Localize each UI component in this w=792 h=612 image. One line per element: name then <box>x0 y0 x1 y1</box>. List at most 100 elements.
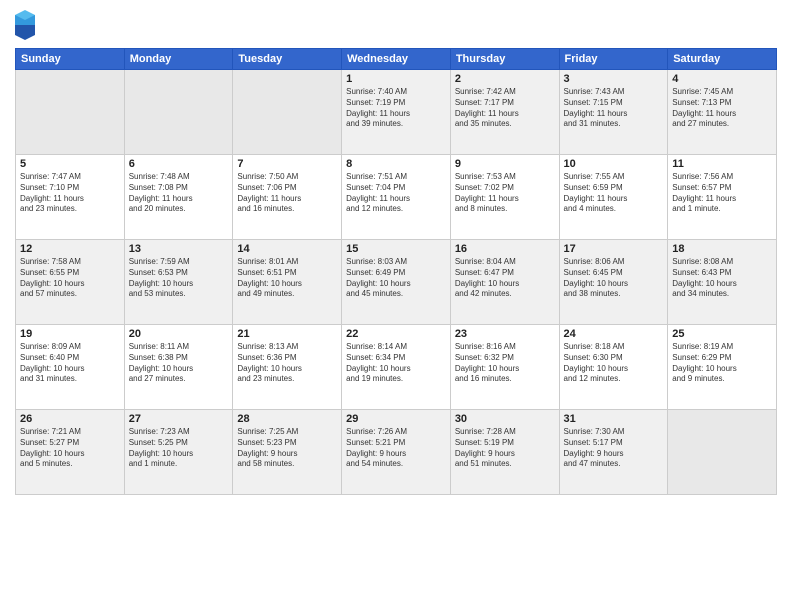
day-cell: 24 Sunrise: 8:18 AM Sunset: 6:30 PM Dayli… <box>559 325 668 410</box>
day-info: Sunrise: 8:13 AM Sunset: 6:36 PM Dayligh… <box>237 342 337 385</box>
page: SundayMondayTuesdayWednesdayThursdayFrid… <box>0 0 792 612</box>
day-number: 22 <box>346 328 446 340</box>
day-number: 6 <box>129 158 229 170</box>
day-info: Sunrise: 8:04 AM Sunset: 6:47 PM Dayligh… <box>455 257 555 300</box>
day-number: 1 <box>346 73 446 85</box>
col-header-saturday: Saturday <box>668 49 777 70</box>
day-number: 27 <box>129 413 229 425</box>
week-row-2: 12 Sunrise: 7:58 AM Sunset: 6:55 PM Dayli… <box>16 240 777 325</box>
day-number: 23 <box>455 328 555 340</box>
week-row-3: 19 Sunrise: 8:09 AM Sunset: 6:40 PM Dayli… <box>16 325 777 410</box>
day-cell: 15 Sunrise: 8:03 AM Sunset: 6:49 PM Dayli… <box>342 240 451 325</box>
col-header-wednesday: Wednesday <box>342 49 451 70</box>
day-cell: 5 Sunrise: 7:47 AM Sunset: 7:10 PM Daylig… <box>16 155 125 240</box>
day-cell <box>233 70 342 155</box>
day-cell: 7 Sunrise: 7:50 AM Sunset: 7:06 PM Daylig… <box>233 155 342 240</box>
day-info: Sunrise: 7:45 AM Sunset: 7:13 PM Dayligh… <box>672 87 772 130</box>
day-cell: 12 Sunrise: 7:58 AM Sunset: 6:55 PM Dayli… <box>16 240 125 325</box>
day-number: 12 <box>20 243 120 255</box>
day-cell: 22 Sunrise: 8:14 AM Sunset: 6:34 PM Dayli… <box>342 325 451 410</box>
day-number: 9 <box>455 158 555 170</box>
day-info: Sunrise: 7:30 AM Sunset: 5:17 PM Dayligh… <box>564 427 664 470</box>
day-cell: 8 Sunrise: 7:51 AM Sunset: 7:04 PM Daylig… <box>342 155 451 240</box>
day-number: 2 <box>455 73 555 85</box>
day-cell: 16Sunrise: 8:04 AM Sunset: 6:47 PM Dayli… <box>450 240 559 325</box>
header-row: SundayMondayTuesdayWednesdayThursdayFrid… <box>16 49 777 70</box>
day-info: Sunrise: 7:50 AM Sunset: 7:06 PM Dayligh… <box>237 172 337 215</box>
day-info: Sunrise: 8:01 AM Sunset: 6:51 PM Dayligh… <box>237 257 337 300</box>
day-number: 15 <box>346 243 446 255</box>
week-row-0: 1 Sunrise: 7:40 AM Sunset: 7:19 PM Daylig… <box>16 70 777 155</box>
day-cell: 11Sunrise: 7:56 AM Sunset: 6:57 PM Dayli… <box>668 155 777 240</box>
week-row-1: 5 Sunrise: 7:47 AM Sunset: 7:10 PM Daylig… <box>16 155 777 240</box>
day-number: 30 <box>455 413 555 425</box>
day-cell <box>124 70 233 155</box>
day-cell: 4 Sunrise: 7:45 AM Sunset: 7:13 PM Daylig… <box>668 70 777 155</box>
day-info: Sunrise: 7:28 AM Sunset: 5:19 PM Dayligh… <box>455 427 555 470</box>
day-cell: 20Sunrise: 8:11 AM Sunset: 6:38 PM Dayli… <box>124 325 233 410</box>
day-number: 20 <box>129 328 229 340</box>
day-cell: 1 Sunrise: 7:40 AM Sunset: 7:19 PM Daylig… <box>342 70 451 155</box>
day-info: Sunrise: 7:51 AM Sunset: 7:04 PM Dayligh… <box>346 172 446 215</box>
day-number: 24 <box>564 328 664 340</box>
day-number: 17 <box>564 243 664 255</box>
day-info: Sunrise: 7:55 AM Sunset: 6:59 PM Dayligh… <box>564 172 664 215</box>
logo <box>15 10 38 40</box>
day-cell: 9 Sunrise: 7:53 AM Sunset: 7:02 PM Daylig… <box>450 155 559 240</box>
day-info: Sunrise: 8:16 AM Sunset: 6:32 PM Dayligh… <box>455 342 555 385</box>
calendar: SundayMondayTuesdayWednesdayThursdayFrid… <box>15 48 777 495</box>
day-cell: 27 Sunrise: 7:23 AM Sunset: 5:25 PM Dayli… <box>124 410 233 495</box>
day-info: Sunrise: 7:43 AM Sunset: 7:15 PM Dayligh… <box>564 87 664 130</box>
day-cell: 18 Sunrise: 8:08 AM Sunset: 6:43 PM Dayli… <box>668 240 777 325</box>
day-cell: 31 Sunrise: 7:30 AM Sunset: 5:17 PM Dayli… <box>559 410 668 495</box>
day-number: 19 <box>20 328 120 340</box>
day-info: Sunrise: 8:19 AM Sunset: 6:29 PM Dayligh… <box>672 342 772 385</box>
day-cell: 23 Sunrise: 8:16 AM Sunset: 6:32 PM Dayli… <box>450 325 559 410</box>
day-info: Sunrise: 7:25 AM Sunset: 5:23 PM Dayligh… <box>237 427 337 470</box>
day-cell: 3 Sunrise: 7:43 AM Sunset: 7:15 PM Daylig… <box>559 70 668 155</box>
day-info: Sunrise: 8:06 AM Sunset: 6:45 PM Dayligh… <box>564 257 664 300</box>
day-number: 4 <box>672 73 772 85</box>
day-cell: 21 Sunrise: 8:13 AM Sunset: 6:36 PM Dayli… <box>233 325 342 410</box>
day-cell: 10 Sunrise: 7:55 AM Sunset: 6:59 PM Dayli… <box>559 155 668 240</box>
day-number: 31 <box>564 413 664 425</box>
day-info: Sunrise: 8:09 AM Sunset: 6:40 PM Dayligh… <box>20 342 120 385</box>
day-info: Sunrise: 8:08 AM Sunset: 6:43 PM Dayligh… <box>672 257 772 300</box>
day-info: Sunrise: 7:23 AM Sunset: 5:25 PM Dayligh… <box>129 427 229 470</box>
day-cell: 17 Sunrise: 8:06 AM Sunset: 6:45 PM Dayli… <box>559 240 668 325</box>
day-cell: 25Sunrise: 8:19 AM Sunset: 6:29 PM Dayli… <box>668 325 777 410</box>
day-number: 26 <box>20 413 120 425</box>
day-info: Sunrise: 8:14 AM Sunset: 6:34 PM Dayligh… <box>346 342 446 385</box>
day-cell: 13 Sunrise: 7:59 AM Sunset: 6:53 PM Dayli… <box>124 240 233 325</box>
day-cell: 14Sunrise: 8:01 AM Sunset: 6:51 PM Dayli… <box>233 240 342 325</box>
col-header-tuesday: Tuesday <box>233 49 342 70</box>
week-row-4: 26Sunrise: 7:21 AM Sunset: 5:27 PM Dayli… <box>16 410 777 495</box>
day-info: Sunrise: 7:58 AM Sunset: 6:55 PM Dayligh… <box>20 257 120 300</box>
day-cell: 19 Sunrise: 8:09 AM Sunset: 6:40 PM Dayli… <box>16 325 125 410</box>
day-cell: 28Sunrise: 7:25 AM Sunset: 5:23 PM Dayli… <box>233 410 342 495</box>
day-number: 18 <box>672 243 772 255</box>
day-info: Sunrise: 7:40 AM Sunset: 7:19 PM Dayligh… <box>346 87 446 130</box>
day-number: 7 <box>237 158 337 170</box>
day-cell: 26Sunrise: 7:21 AM Sunset: 5:27 PM Dayli… <box>16 410 125 495</box>
logo-icon <box>15 10 35 40</box>
day-cell <box>16 70 125 155</box>
header <box>15 10 777 40</box>
day-info: Sunrise: 7:53 AM Sunset: 7:02 PM Dayligh… <box>455 172 555 215</box>
day-number: 5 <box>20 158 120 170</box>
day-cell: 2 Sunrise: 7:42 AM Sunset: 7:17 PM Daylig… <box>450 70 559 155</box>
day-info: Sunrise: 7:47 AM Sunset: 7:10 PM Dayligh… <box>20 172 120 215</box>
day-number: 13 <box>129 243 229 255</box>
col-header-sunday: Sunday <box>16 49 125 70</box>
day-info: Sunrise: 7:59 AM Sunset: 6:53 PM Dayligh… <box>129 257 229 300</box>
day-number: 10 <box>564 158 664 170</box>
day-number: 21 <box>237 328 337 340</box>
day-info: Sunrise: 8:18 AM Sunset: 6:30 PM Dayligh… <box>564 342 664 385</box>
day-number: 3 <box>564 73 664 85</box>
day-info: Sunrise: 7:42 AM Sunset: 7:17 PM Dayligh… <box>455 87 555 130</box>
day-info: Sunrise: 8:03 AM Sunset: 6:49 PM Dayligh… <box>346 257 446 300</box>
day-cell: 6Sunrise: 7:48 AM Sunset: 7:08 PM Daylig… <box>124 155 233 240</box>
col-header-monday: Monday <box>124 49 233 70</box>
day-number: 8 <box>346 158 446 170</box>
day-info: Sunrise: 7:26 AM Sunset: 5:21 PM Dayligh… <box>346 427 446 470</box>
